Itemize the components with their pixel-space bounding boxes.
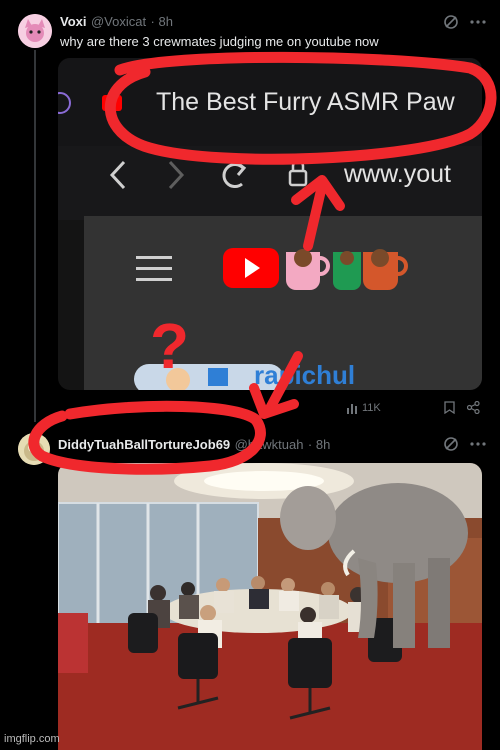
handle[interactable]: @hawktuah [235,437,304,452]
more-icon[interactable] [470,20,486,24]
retweet-count: 26 [170,402,183,414]
share-icon[interactable] [467,401,480,414]
thread-connector-line [34,50,36,422]
imgflip-watermark: imgflip.com [4,733,60,745]
browser-address-text: www.yout [344,160,451,188]
avatar-diddy[interactable] [18,433,50,465]
tweet1-header: Voxi @Voxicat · 8h [60,13,173,31]
timestamp[interactable]: · 8h [308,437,330,452]
channel-name-text: rapichul [254,360,356,390]
tweet1-media[interactable]: The Best Furry ASMR Paw www.yout rapichu… [58,58,482,390]
avatar-voxi[interactable] [18,14,52,48]
grok-icon[interactable] [443,14,459,30]
browser-tab-title: The Best Furry ASMR Paw [156,88,455,116]
display-name[interactable]: Voxi [60,14,87,29]
views-count: 11K [362,402,381,414]
bookmark-icon[interactable] [444,401,455,414]
retweet-icon[interactable] [154,402,166,414]
timestamp[interactable]: · 8h [151,14,173,29]
grok-icon[interactable] [443,436,459,452]
display-name[interactable]: DiddyTuahBallTortureJob69 [58,437,230,452]
tweet2-media-elephant-boardroom[interactable] [58,463,482,750]
more-icon[interactable] [470,442,486,446]
views-icon[interactable] [346,402,358,414]
handle[interactable]: @Voxicat [91,14,146,29]
red-question-mark: ? [150,310,190,382]
tweet1-text: why are there 3 crewmates judging me on … [60,34,379,49]
tweet2-header: DiddyTuahBallTortureJob69 @hawktuah · 8h [58,436,330,454]
